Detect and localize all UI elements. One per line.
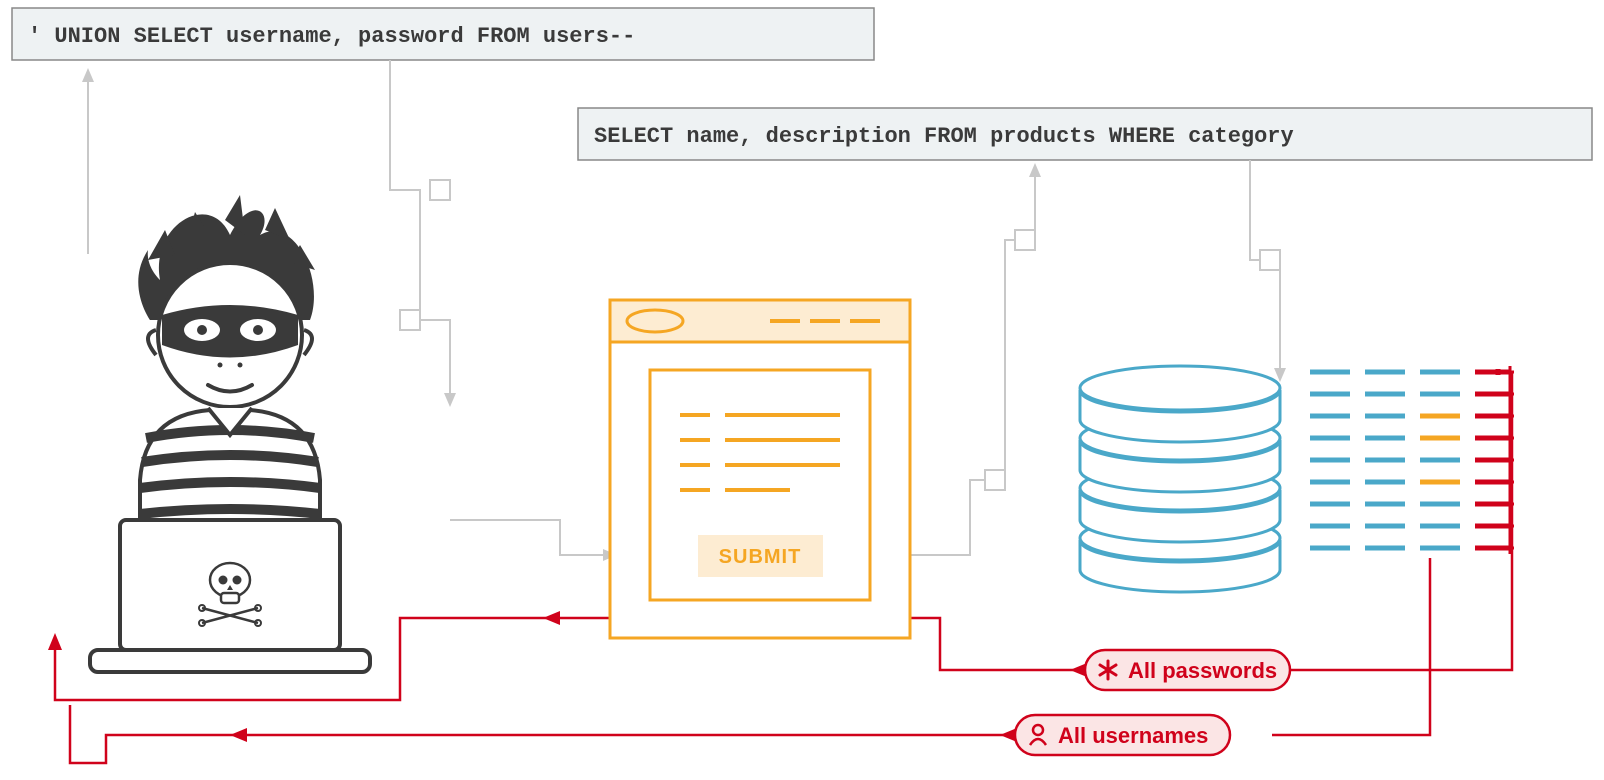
browser-form-icon: SUBMIT [610,300,910,638]
database-icon [1080,366,1280,592]
pill-passwords: All passwords [1085,650,1290,690]
submit-label: SUBMIT [719,546,802,568]
hacker-icon [90,195,370,672]
connector-code1-to-form [390,60,456,407]
connector-code2-to-db [1250,160,1286,382]
code-injection-text: ' UNION SELECT username, password FROM u… [28,24,635,49]
data-columns [1310,366,1514,554]
pill-passwords-label: All passwords [1128,658,1277,683]
pill-usernames: All usernames [1015,715,1230,755]
code-box-injection: ' UNION SELECT username, password FROM u… [12,8,874,60]
connector-to-submit [450,520,617,561]
code-query-text: SELECT name, description FROM products W… [594,124,1294,149]
pill-usernames-label: All usernames [1058,723,1208,748]
laptop-icon [90,520,370,672]
code-box-query: SELECT name, description FROM products W… [578,108,1592,160]
connector-form-to-code2 [905,163,1041,555]
connector-hacker-to-code1 [82,68,94,254]
